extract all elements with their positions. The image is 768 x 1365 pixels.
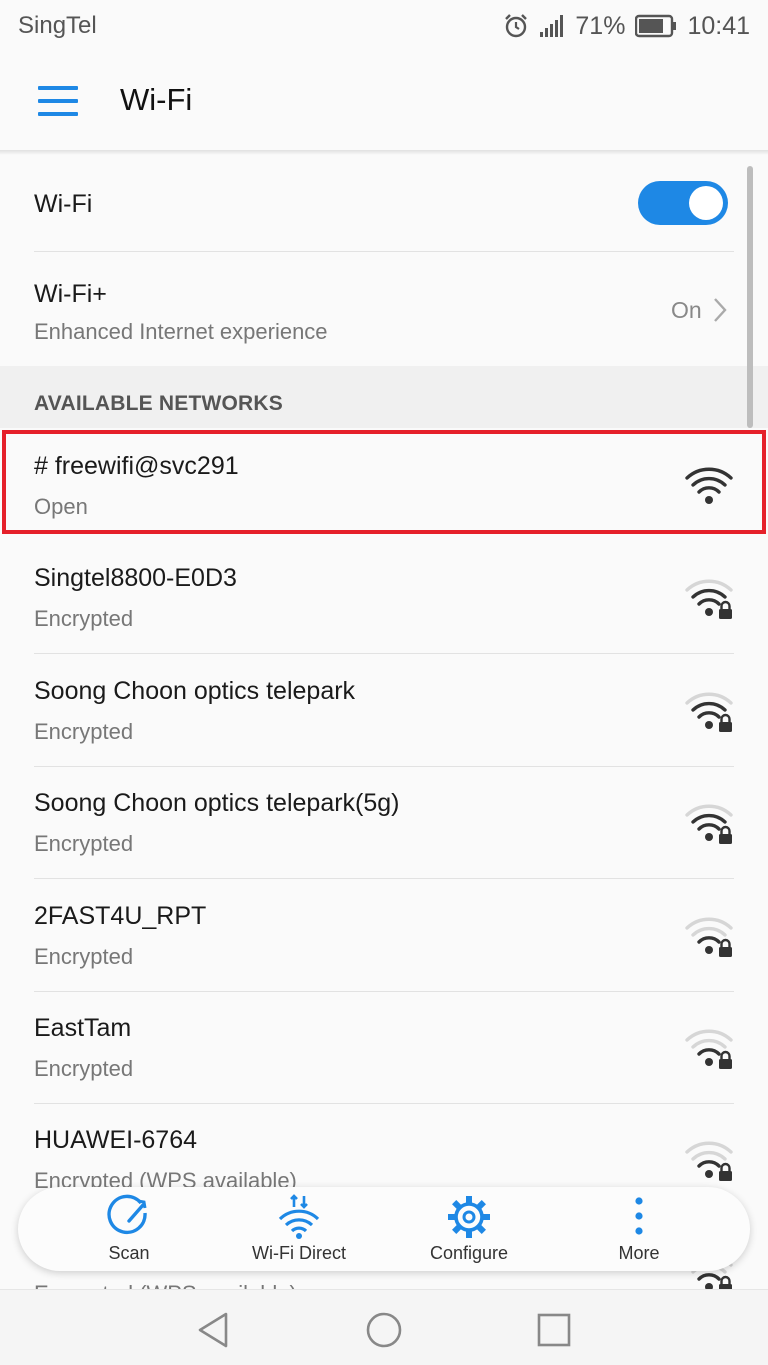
gear-icon — [448, 1196, 490, 1238]
wifi-direct-icon — [278, 1194, 320, 1239]
wifi-locked-icon — [684, 914, 734, 958]
wifi-locked-icon — [684, 689, 734, 733]
wifi-locked-icon — [684, 576, 734, 620]
network-name: 2FAST4U_RPT — [34, 902, 207, 930]
wifi-locked-icon — [684, 1026, 734, 1070]
network-name: Soong Choon optics telepark(5g) — [34, 789, 400, 817]
wifi-locked-icon — [684, 801, 734, 845]
network-item[interactable]: 2FAST4U_RPT Encrypted — [0, 880, 768, 992]
signal-icon — [539, 13, 565, 39]
network-item[interactable]: # freewifi@svc291 Open — [0, 430, 768, 542]
more-label: More — [618, 1243, 660, 1263]
hamburger-menu-icon[interactable] — [38, 84, 82, 118]
home-button[interactable] — [364, 1310, 404, 1350]
network-status: Encrypted — [34, 831, 134, 856]
network-status: Encrypted — [34, 719, 134, 744]
back-triangle-icon — [198, 1312, 228, 1348]
app-bar: Wi-Fi — [0, 52, 768, 150]
network-item[interactable]: Singtel8800-E0D3 Encrypted — [0, 542, 768, 654]
wifi-signal-icon — [684, 464, 734, 508]
status-bar: SingTel 71% 10:41 — [0, 0, 768, 52]
network-status: Encrypted — [34, 944, 134, 969]
recents-button[interactable] — [534, 1310, 574, 1350]
more-vertical-icon — [635, 1197, 643, 1235]
network-status: Encrypted — [34, 606, 134, 631]
wifi-plus-subtitle: Enhanced Internet experience — [34, 319, 328, 344]
scan-icon — [107, 1194, 147, 1235]
more-button[interactable]: More — [554, 1187, 724, 1271]
wifi-locked-icon — [684, 1138, 734, 1182]
network-status: Encrypted — [34, 1056, 134, 1081]
network-name: EastTam — [34, 1014, 132, 1042]
wifi-toggle-switch[interactable] — [638, 181, 728, 225]
list-divider — [34, 653, 734, 654]
chevron-right-icon — [710, 296, 730, 329]
back-button[interactable] — [194, 1310, 234, 1350]
wifi-plus-value: On — [671, 297, 702, 323]
list-divider — [34, 878, 734, 879]
navigation-bar — [0, 1289, 768, 1365]
clock-time: 10:41 — [687, 11, 750, 40]
wifi-plus-row[interactable]: Wi-Fi+ Enhanced Internet experience — [0, 252, 768, 366]
scan-label: Scan — [108, 1243, 150, 1263]
wifi-direct-button[interactable]: Wi-Fi Direct — [214, 1187, 384, 1271]
configure-label: Configure — [429, 1243, 509, 1263]
network-name: Soong Choon optics telepark — [34, 677, 356, 705]
section-title: AVAILABLE NETWORKS — [34, 392, 283, 415]
page-title: Wi-Fi — [120, 82, 193, 117]
network-status: Open — [34, 494, 88, 519]
scrollbar[interactable] — [747, 166, 753, 428]
wifi-toggle-label: Wi-Fi — [34, 190, 93, 218]
alarm-icon — [503, 13, 529, 39]
network-item[interactable]: Soong Choon optics telepark Encrypted — [0, 655, 768, 767]
wifi-direct-label: Wi-Fi Direct — [252, 1243, 346, 1263]
wifi-plus-label: Wi-Fi+ — [34, 280, 107, 308]
bottom-toolbar: Scan Wi-Fi Direct Configure More — [18, 1187, 750, 1271]
toggle-knob — [689, 186, 723, 220]
available-networks-header: AVAILABLE NETWORKS — [0, 366, 768, 428]
recents-square-icon — [537, 1313, 571, 1347]
battery-icon — [635, 14, 677, 38]
network-name: Singtel8800-E0D3 — [34, 564, 237, 592]
home-circle-icon — [366, 1312, 402, 1348]
network-item[interactable]: EastTam Encrypted — [0, 992, 768, 1104]
battery-percent: 71% — [575, 11, 626, 40]
network-name: # freewifi@svc291 — [34, 452, 239, 480]
carrier-name: SingTel — [18, 12, 97, 39]
network-item[interactable]: Soong Choon optics telepark(5g) Encrypted — [0, 767, 768, 879]
scan-button[interactable]: Scan — [44, 1187, 214, 1271]
status-icons: 71% 10:41 — [503, 10, 750, 42]
network-name: HUAWEI-6764 — [34, 1126, 198, 1154]
configure-button[interactable]: Configure — [384, 1187, 554, 1271]
